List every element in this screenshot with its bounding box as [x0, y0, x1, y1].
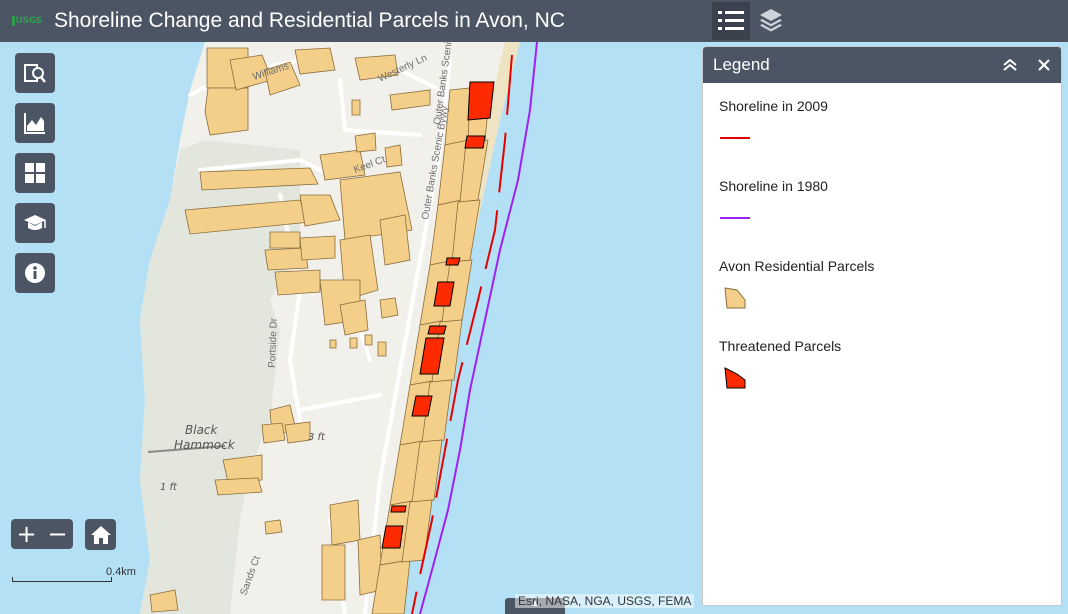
legend-item-threatened-parcels: Threatened Parcels	[719, 338, 1045, 418]
map-label-portside: Portside Dr	[267, 317, 280, 368]
chart-button[interactable]	[15, 103, 55, 143]
education-button[interactable]	[15, 203, 55, 243]
home-icon	[90, 525, 111, 544]
collapse-button[interactable]	[993, 47, 1027, 83]
home-button[interactable]	[85, 519, 116, 550]
scale-bar: 0.4km	[12, 566, 140, 582]
query-button[interactable]	[15, 53, 55, 93]
red-line-swatch	[720, 137, 750, 139]
legend-label: Threatened Parcels	[719, 338, 842, 354]
legend-label: Avon Residential Parcels	[719, 258, 875, 274]
graduation-cap-icon	[24, 215, 46, 230]
query-icon	[24, 64, 46, 83]
chevron-double-up-icon	[1003, 59, 1017, 71]
purple-line-swatch	[720, 217, 750, 219]
map-label-elev-1: 1 ft	[160, 482, 178, 493]
chart-icon	[24, 113, 45, 134]
layers-icon	[760, 9, 782, 32]
app-title: Shoreline Change and Residential Parcels…	[54, 9, 565, 32]
legend-item-shoreline-1980: Shoreline in 1980	[719, 178, 1045, 258]
legend-header: Legend	[703, 47, 1061, 83]
close-icon	[1038, 59, 1050, 71]
layers-toggle-button[interactable]	[752, 2, 790, 40]
zoom-controls: + −	[11, 519, 73, 549]
legend-label: Shoreline in 2009	[719, 98, 828, 114]
legend-item-residential-parcels: Avon Residential Parcels	[719, 258, 1045, 338]
red-parcel-swatch	[724, 367, 746, 389]
map-label-elev-3: 3 ft	[308, 432, 326, 443]
grid-icon	[25, 163, 45, 183]
legend-toggle-button[interactable]	[712, 2, 750, 40]
legend-item-shoreline-2009: Shoreline in 2009	[719, 98, 1045, 178]
legend-title: Legend	[713, 55, 770, 74]
zoom-out-button[interactable]: −	[42, 519, 73, 549]
zoom-in-button[interactable]: +	[11, 519, 42, 549]
map-label-black: Black	[185, 423, 219, 437]
usgs-logo: USGS	[12, 14, 42, 28]
grid-button[interactable]	[15, 153, 55, 193]
close-button[interactable]	[1027, 47, 1061, 83]
legend-label: Shoreline in 1980	[719, 178, 828, 194]
scale-label: 0.4km	[106, 566, 136, 578]
list-icon	[718, 11, 744, 30]
attribution: Esri, NASA, NGA, USGS, FEMA	[515, 594, 695, 608]
info-button[interactable]	[15, 253, 55, 293]
app-header: USGS Shoreline Change and Residential Pa…	[0, 0, 1068, 42]
legend-panel: Legend Shoreline in 2009 Shoreline in 19…	[702, 46, 1062, 606]
tan-parcel-swatch	[724, 287, 746, 309]
map-label-hammock: Hammock	[174, 438, 236, 452]
legend-body: Shoreline in 2009 Shoreline in 1980 Avon…	[703, 83, 1061, 433]
info-icon	[25, 263, 45, 283]
